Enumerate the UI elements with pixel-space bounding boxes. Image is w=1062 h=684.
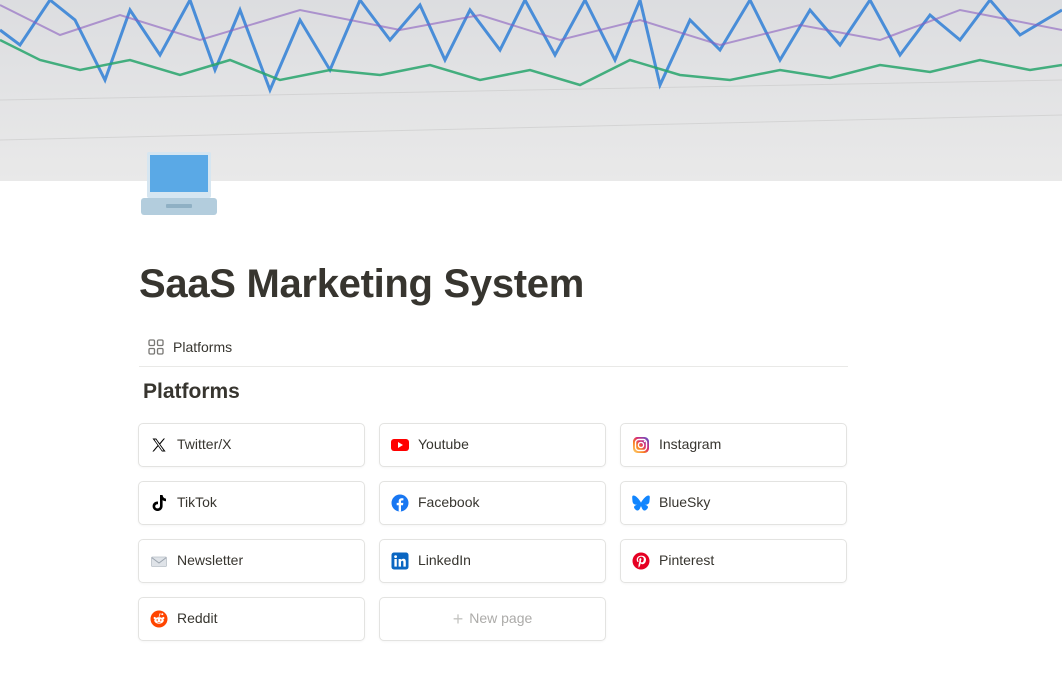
card-twitter-x[interactable]: Twitter/X bbox=[138, 423, 365, 467]
youtube-icon bbox=[391, 436, 409, 454]
card-label: Twitter/X bbox=[177, 436, 232, 452]
facebook-icon bbox=[391, 494, 409, 512]
card-reddit[interactable]: Reddit bbox=[138, 597, 365, 641]
card-label: Reddit bbox=[177, 610, 218, 626]
card-label: Youtube bbox=[418, 436, 469, 452]
card-label: Facebook bbox=[418, 494, 480, 510]
card-pinterest[interactable]: Pinterest bbox=[620, 539, 847, 583]
section-heading: Platforms bbox=[143, 380, 240, 403]
card-instagram[interactable]: Instagram bbox=[620, 423, 847, 467]
plus-icon: + bbox=[452, 609, 464, 629]
bluesky-icon bbox=[632, 494, 650, 512]
envelope-icon bbox=[150, 552, 168, 570]
card-label: TikTok bbox=[177, 494, 217, 510]
tab-platforms[interactable]: Platforms bbox=[147, 338, 232, 356]
card-bluesky[interactable]: BlueSky bbox=[620, 481, 847, 525]
page-title[interactable]: SaaS Marketing System bbox=[139, 262, 584, 307]
card-label: Newsletter bbox=[177, 552, 244, 568]
card-label: LinkedIn bbox=[418, 552, 471, 568]
pinterest-icon bbox=[632, 552, 650, 570]
card-facebook[interactable]: Facebook bbox=[379, 481, 606, 525]
card-youtube[interactable]: Youtube bbox=[379, 423, 606, 467]
new-page-label: New page bbox=[469, 610, 533, 626]
instagram-icon bbox=[632, 436, 650, 454]
linkedin-icon bbox=[391, 552, 409, 570]
laptop-icon[interactable] bbox=[139, 150, 219, 220]
card-tiktok[interactable]: TikTok bbox=[138, 481, 365, 525]
card-newsletter[interactable]: Newsletter bbox=[138, 539, 365, 583]
tab-label: Platforms bbox=[173, 339, 233, 355]
gallery-grid-icon bbox=[147, 338, 165, 356]
x-twitter-icon bbox=[150, 436, 168, 454]
new-page-button[interactable]: + New page bbox=[379, 597, 606, 641]
card-linkedin[interactable]: LinkedIn bbox=[379, 539, 606, 583]
card-label: Instagram bbox=[659, 436, 722, 452]
view-tabs: Platforms bbox=[139, 332, 848, 367]
card-label: BlueSky bbox=[659, 494, 711, 510]
card-label: Pinterest bbox=[659, 552, 715, 568]
reddit-icon bbox=[150, 610, 168, 628]
tiktok-icon bbox=[150, 494, 168, 512]
